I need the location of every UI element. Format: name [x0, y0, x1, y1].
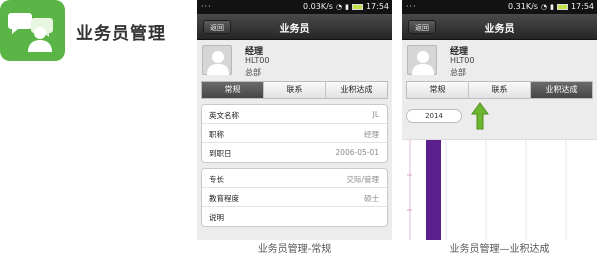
signal-icon: ▮: [345, 2, 349, 11]
tab-general[interactable]: 常规: [407, 82, 469, 98]
up-arrow-icon[interactable]: [471, 102, 489, 130]
phone-screen-general: ··· 0.03K/s ◔ ▮ 17:54 返回 业务员 经理 HLT00 总部…: [197, 0, 392, 240]
battery-icon: [351, 4, 363, 10]
page-title: 业务员: [279, 24, 310, 35]
status-bar: ··· 0.03K/s ◔ ▮ 17:54: [197, 0, 392, 14]
list-item[interactable]: 教育程度 硕士: [202, 188, 387, 207]
profile-code: HLT00: [450, 56, 475, 65]
phone-screen-performance: ··· 0.31K/s ◔ ▮ 17:54 返回 业务员 经理 HLT00 总部…: [402, 0, 597, 240]
battery-icon: [556, 4, 568, 10]
performance-chart: [402, 139, 597, 240]
field-label: 专长: [209, 175, 224, 184]
info-card-detail: 专长 交际/管理 教育程度 硕士 说明: [201, 168, 388, 227]
year-selector-bar: 2014: [402, 102, 597, 130]
avatar: [202, 45, 232, 75]
year-selector[interactable]: 2014: [406, 109, 462, 123]
list-item[interactable]: 英文名称 JL: [202, 105, 387, 124]
wifi-icon: ◔: [540, 2, 548, 11]
signal-icon: ▮: [550, 2, 554, 11]
user-silhouette-icon: [412, 51, 434, 75]
nav-bar: 返回 业务员: [402, 14, 597, 40]
app-icon: [0, 0, 65, 61]
feature-title: 业务员管理: [76, 24, 166, 44]
tab-bar: 常规 联系 业积达成: [406, 81, 593, 99]
field-label: 职称: [209, 130, 224, 139]
tab-bar: 常规 联系 业积达成: [201, 81, 388, 99]
chat-users-icon: [8, 13, 53, 52]
field-value: 2006-05-01: [335, 148, 379, 157]
clock: 17:54: [365, 2, 389, 11]
field-value: 硕士: [364, 194, 379, 203]
avatar: [407, 45, 437, 75]
field-value: JL: [372, 110, 379, 119]
net-speed: 0.31K/s: [508, 2, 538, 11]
tab-general[interactable]: 常规: [202, 82, 264, 98]
profile-header: 经理 HLT00 总部: [197, 40, 392, 81]
caption-general: 业务员管理-常规: [257, 244, 332, 255]
clock: 17:54: [570, 2, 594, 11]
list-item[interactable]: 到职日 2006-05-01: [202, 143, 387, 162]
list-item[interactable]: 说明: [202, 207, 387, 226]
chart-bar: [426, 140, 441, 240]
nav-bar: 返回 业务员: [197, 14, 392, 40]
info-card-basic: 英文名称 JL 职称 经理 到职日 2006-05-01: [201, 104, 388, 163]
field-label: 到职日: [209, 149, 232, 158]
list-item[interactable]: 职称 经理: [202, 124, 387, 143]
tab-performance[interactable]: 业积达成: [326, 82, 387, 98]
field-label: 说明: [209, 213, 224, 222]
profile-code: HLT00: [245, 56, 270, 65]
field-label: 教育程度: [209, 194, 239, 203]
notification-dots: ···: [406, 2, 417, 11]
tab-performance[interactable]: 业积达成: [531, 82, 592, 98]
tab-contact[interactable]: 联系: [264, 82, 326, 98]
chart-svg: [407, 140, 567, 240]
profile-dept: 总部: [245, 68, 261, 77]
field-value: 交际/管理: [346, 175, 379, 184]
page-title: 业务员: [484, 24, 515, 35]
status-bar: ··· 0.31K/s ◔ ▮ 17:54: [402, 0, 597, 14]
profile-dept: 总部: [450, 68, 466, 77]
profile-header: 经理 HLT00 总部: [402, 40, 597, 81]
field-label: 英文名称: [209, 111, 239, 120]
notification-dots: ···: [201, 2, 212, 11]
field-value: 经理: [364, 130, 379, 139]
user-silhouette-icon: [207, 51, 229, 75]
wifi-icon: ◔: [335, 2, 343, 11]
caption-performance: 业务员管理—业积达成: [449, 244, 550, 255]
net-speed: 0.03K/s: [303, 2, 333, 11]
list-item[interactable]: 专长 交际/管理: [202, 169, 387, 188]
tab-contact[interactable]: 联系: [469, 82, 531, 98]
